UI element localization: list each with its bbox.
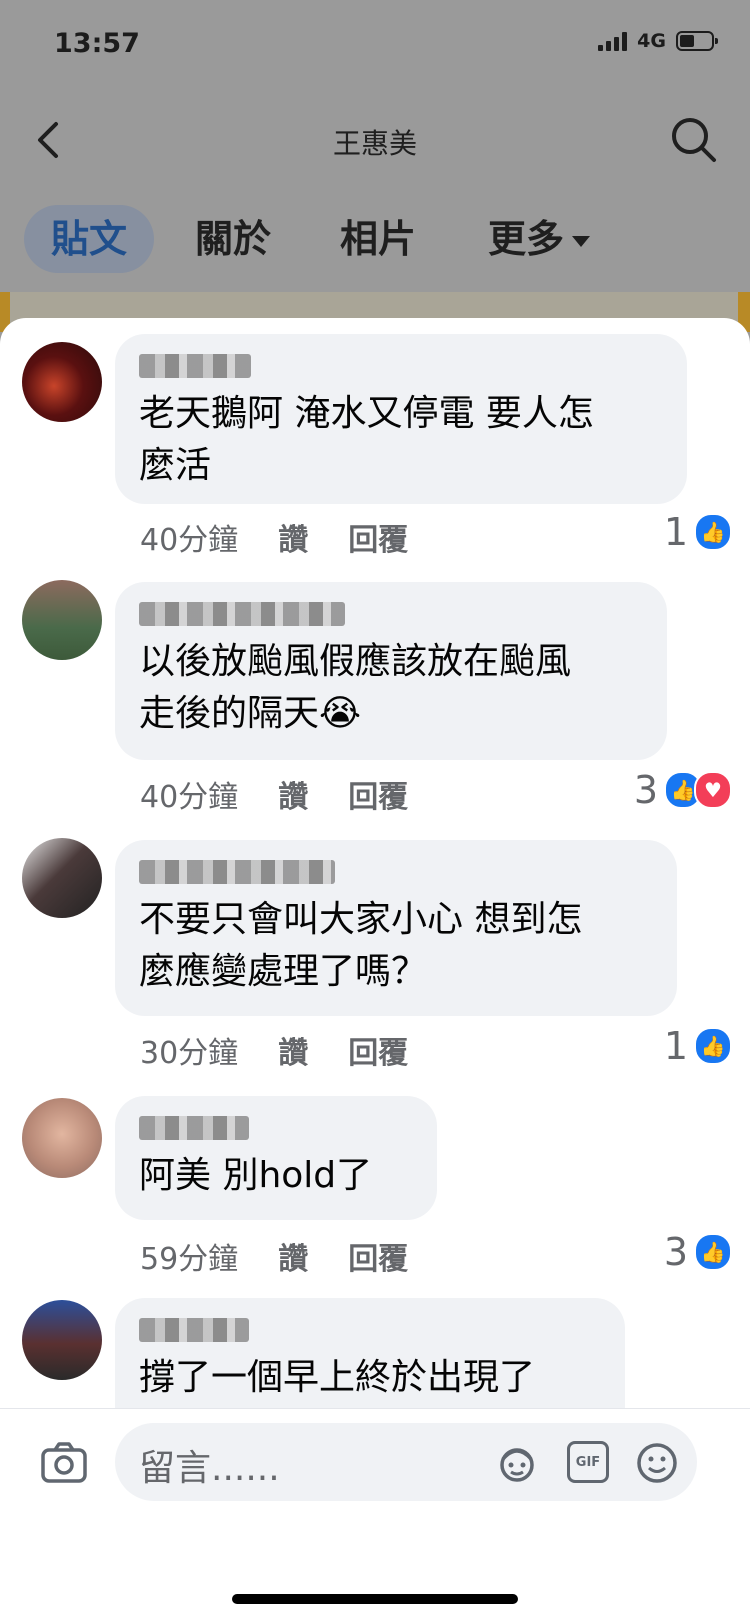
comment-text: 撐了一個早上終於出現了	[139, 1357, 536, 1398]
reaction-count: 1	[663, 510, 688, 554]
status-indicators: 4G	[598, 30, 718, 52]
comment-meta: 30分鐘 讚 回覆	[140, 1028, 408, 1072]
avatar[interactable]	[22, 580, 102, 660]
comment-text: 阿美 別hold了	[139, 1155, 373, 1196]
comment-placeholder: 留言......	[139, 1448, 280, 1489]
like-icon: 👍	[694, 513, 732, 551]
status-time: 13:57	[54, 28, 140, 59]
blurred-author-name[interactable]	[139, 602, 345, 626]
tab-about[interactable]: 關於	[195, 205, 271, 273]
blurred-author-name[interactable]	[139, 1318, 249, 1342]
signal-icon	[598, 31, 628, 51]
comment-bubble[interactable]: 老天鵝阿 淹水又停電 要人怎 麼活	[115, 334, 687, 504]
caret-down-icon	[572, 236, 591, 247]
tab-more-label: 更多	[488, 217, 565, 261]
avatar[interactable]	[22, 1098, 102, 1178]
reply-link[interactable]: 回覆	[348, 515, 408, 559]
blurred-author-name[interactable]	[139, 1116, 249, 1140]
reaction-summary[interactable]: 3 👍	[664, 1230, 732, 1274]
status-bar: 13:57 4G	[0, 0, 750, 90]
avatar[interactable]	[22, 342, 102, 422]
avatar-sticker-icon[interactable]	[495, 1441, 539, 1485]
like-icon: 👍	[694, 1233, 732, 1271]
comment-input[interactable]: 留言...... GIF	[115, 1423, 697, 1501]
tab-posts[interactable]: 貼文	[24, 205, 154, 273]
network-type: 4G	[637, 30, 666, 52]
reaction-summary[interactable]: 3 👍 ♥	[634, 768, 732, 812]
profile-tabs: 貼文 關於 相片 更多	[0, 205, 750, 277]
avatar[interactable]	[22, 838, 102, 918]
like-icon: 👍	[694, 1027, 732, 1065]
reaction-summary[interactable]: 1 👍	[664, 510, 732, 554]
blurred-author-name[interactable]	[139, 354, 251, 378]
reaction-count: 1	[663, 1024, 688, 1068]
reply-link[interactable]: 回覆	[348, 1028, 408, 1072]
like-link[interactable]: 讚	[278, 515, 308, 559]
avatar[interactable]	[22, 1300, 102, 1380]
reaction-count: 3	[633, 768, 658, 812]
home-indicator	[232, 1594, 518, 1604]
like-link[interactable]: 讚	[278, 772, 308, 816]
page-title: 王惠美	[332, 127, 417, 160]
search-icon[interactable]	[668, 114, 720, 166]
comment-bubble[interactable]: 以後放颱風假應該放在颱風 走後的隔天😭	[115, 582, 667, 760]
reply-link[interactable]: 回覆	[348, 772, 408, 816]
comment-time: 59分鐘	[140, 1242, 239, 1277]
tab-photos[interactable]: 相片	[340, 205, 416, 273]
camera-icon[interactable]	[40, 1441, 88, 1485]
comment-text: 以後放颱風假應該放在颱風 走後的隔天😭	[139, 641, 572, 734]
gif-label: GIF	[575, 1454, 601, 1470]
gif-icon[interactable]: GIF	[567, 1441, 609, 1483]
comment-time: 40分鐘	[140, 780, 239, 815]
comment-text: 老天鵝阿 淹水又停電 要人怎 麼活	[139, 393, 594, 486]
comment-input-bar: 留言...... GIF	[0, 1408, 750, 1519]
comment-meta: 40分鐘 讚 回覆	[140, 515, 408, 559]
like-link[interactable]: 讚	[278, 1028, 308, 1072]
comment-time: 40分鐘	[140, 523, 239, 558]
comment-bubble[interactable]: 不要只會叫大家小心 想到怎 麼應變處理了嗎？	[115, 840, 677, 1016]
emoji-icon[interactable]	[635, 1441, 679, 1485]
reaction-count: 3	[663, 1230, 688, 1274]
comment-meta: 59分鐘 讚 回覆	[140, 1234, 408, 1278]
like-link[interactable]: 讚	[278, 1234, 308, 1278]
reaction-summary[interactable]: 1 👍	[664, 1024, 732, 1068]
battery-icon	[676, 31, 718, 51]
blurred-author-name[interactable]	[139, 860, 335, 884]
love-icon: ♥	[694, 771, 732, 809]
comment-text: 不要只會叫大家小心 想到怎 麼應變處理了嗎？	[139, 899, 583, 992]
top-navbar: 王惠美	[0, 100, 750, 180]
comment-bubble[interactable]: 阿美 別hold了	[115, 1096, 437, 1220]
reply-link[interactable]: 回覆	[348, 1234, 408, 1278]
tab-more[interactable]: 更多	[488, 205, 591, 273]
comment-meta: 40分鐘 讚 回覆	[140, 772, 408, 816]
comment-time: 30分鐘	[140, 1036, 239, 1071]
